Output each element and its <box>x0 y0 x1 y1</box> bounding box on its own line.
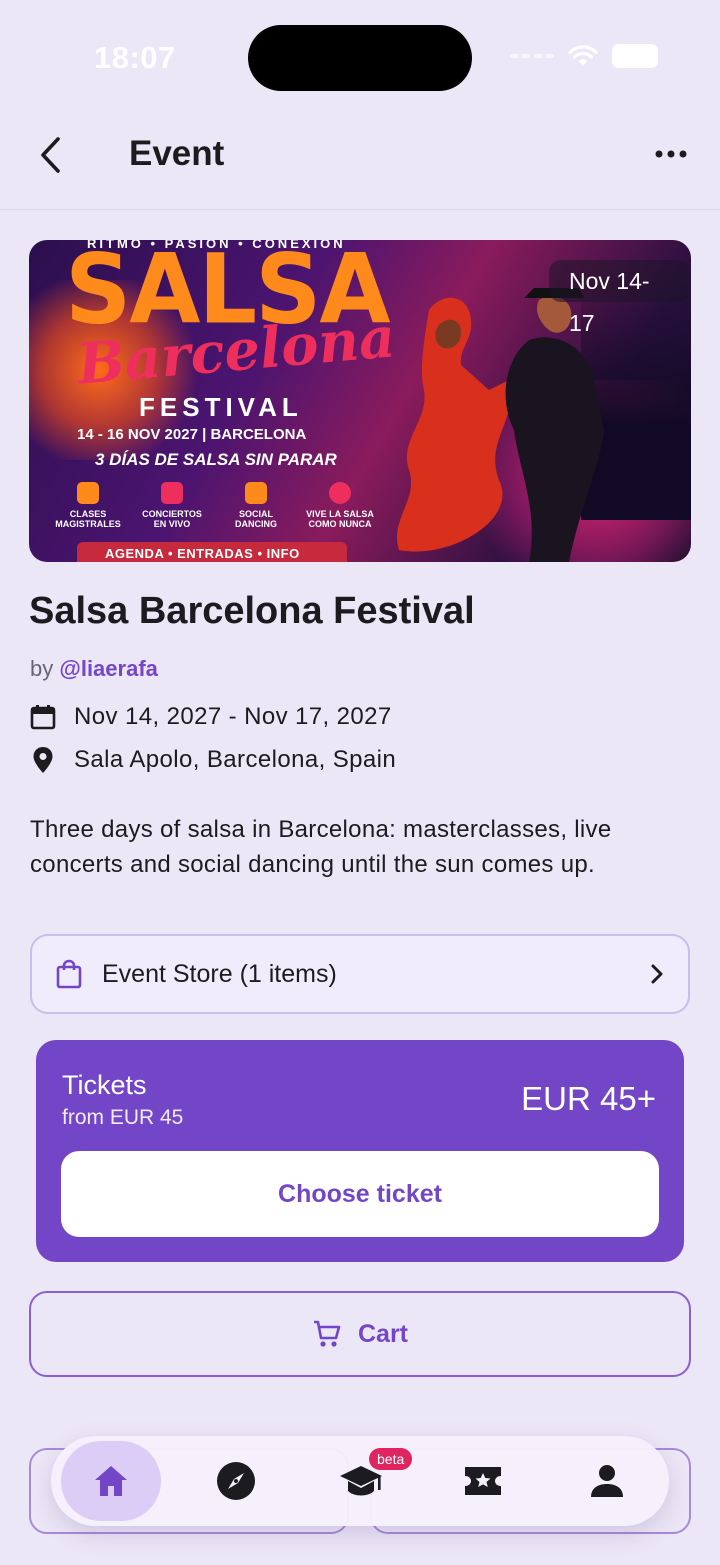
event-location-row: Sala Apolo, Barcelona, Spain <box>30 746 396 774</box>
nav-explore[interactable] <box>186 1441 286 1521</box>
battery-icon <box>612 44 658 68</box>
status-bar: 18:07 <box>0 0 720 110</box>
wifi-icon <box>568 45 598 66</box>
banner-bottom-strip: AGENDA • ENTRADAS • INFO <box>77 542 347 562</box>
tickets-title: Tickets <box>62 1070 147 1100</box>
event-description: Three days of salsa in Barcelona: master… <box>30 816 612 878</box>
home-icon <box>95 1466 127 1496</box>
ticket-star-icon <box>465 1467 501 1495</box>
cart-label: Cart <box>357 1319 408 1348</box>
nav-home[interactable] <box>61 1441 161 1521</box>
more-horizontal-icon <box>655 150 687 158</box>
more-options-button[interactable] <box>646 134 696 174</box>
cart-icon <box>313 1320 341 1347</box>
beta-badge: beta <box>369 1448 413 1470</box>
compass-icon <box>217 1462 255 1500</box>
page-title: Event <box>129 134 225 173</box>
organizer-line: by @liaerafa <box>30 656 158 682</box>
banner-feature: CONCIERTOS EN VIVO <box>137 482 207 530</box>
status-time: 18:07 <box>94 40 176 75</box>
dynamic-island <box>248 25 472 91</box>
banner-dates: 14 - 16 NOV 2027 | BARCELONA <box>77 426 307 443</box>
nav-profile[interactable] <box>557 1441 657 1521</box>
shopping-bag-icon <box>56 959 82 989</box>
tickets-subtitle: from EUR 45 <box>62 1106 184 1129</box>
status-icons <box>510 44 658 68</box>
banner-feature: SOCIAL DANCING <box>221 482 291 530</box>
event-store-label: Event Store (1 items) <box>102 959 337 988</box>
chevron-left-icon <box>41 137 60 173</box>
date-badge: Nov 14-17 <box>549 260 691 336</box>
back-button[interactable] <box>28 132 74 178</box>
dancers-illustration <box>396 288 604 562</box>
calendar-icon <box>30 704 56 730</box>
nav-tickets[interactable] <box>433 1441 533 1521</box>
bottom-navigation: beta <box>51 1436 669 1526</box>
cellular-signal-icon <box>510 54 554 58</box>
event-date-row: Nov 14, 2027 - Nov 17, 2027 <box>30 703 392 731</box>
location-pin-icon <box>30 747 56 773</box>
event-title: Salsa Barcelona Festival <box>29 590 475 632</box>
person-icon <box>591 1465 623 1497</box>
tickets-price: EUR 45+ <box>521 1080 656 1117</box>
app-bar: Event <box>0 110 720 210</box>
choose-ticket-button[interactable]: Choose ticket <box>61 1151 659 1237</box>
event-store-button[interactable]: Event Store (1 items) <box>30 934 690 1014</box>
organizer-link[interactable]: @liaerafa <box>59 656 158 681</box>
cart-button[interactable]: Cart <box>29 1291 691 1377</box>
banner-festival-word: FESTIVAL <box>139 392 303 422</box>
tickets-card: Tickets from EUR 45 EUR 45+ Choose ticke… <box>36 1040 684 1262</box>
event-banner-image: RITMO • PASIÓN • CONEXIÓN SALSA Barcelon… <box>29 240 691 562</box>
by-prefix: by <box>30 656 54 681</box>
chevron-right-icon <box>651 964 663 984</box>
banner-feature: VIVE LA SALSA COMO NUNCA <box>305 482 375 530</box>
banner-subline: 3 DÍAS DE SALSA SIN PARAR <box>95 450 337 469</box>
banner-feature: CLASES MAGISTRALES <box>53 482 123 530</box>
event-location: Sala Apolo, Barcelona, Spain <box>74 746 397 773</box>
banner-features: CLASES MAGISTRALES CONCIERTOS EN VIVO SO… <box>53 482 375 530</box>
event-dates: Nov 14, 2027 - Nov 17, 2027 <box>74 703 392 730</box>
